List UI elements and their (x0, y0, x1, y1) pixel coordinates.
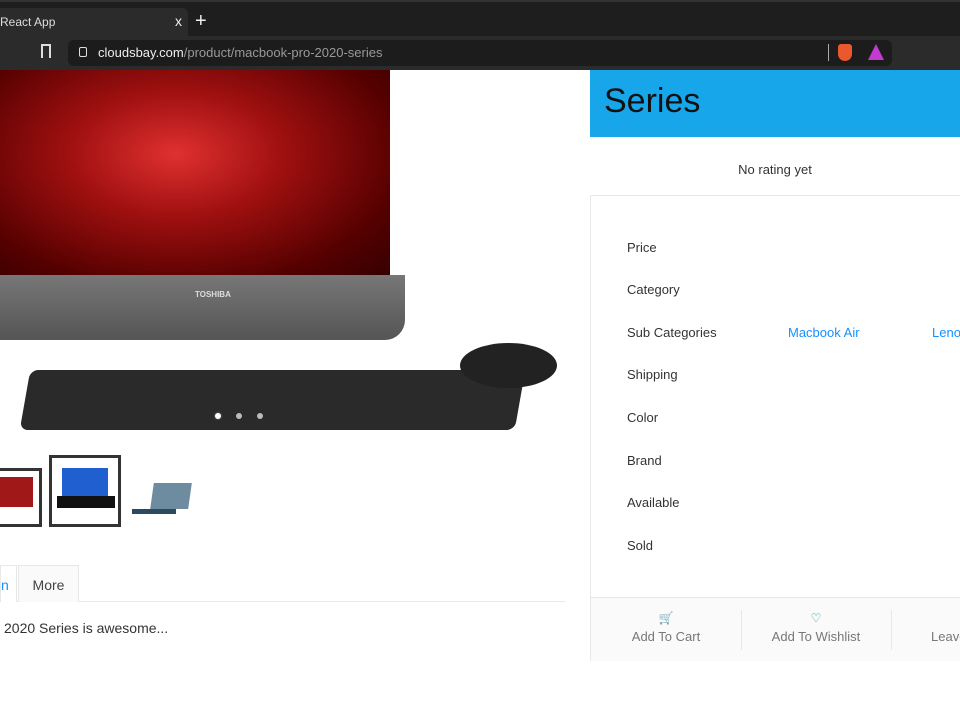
thumb-image (62, 468, 108, 496)
keyboard-image (19, 370, 526, 430)
brave-rewards-icon[interactable] (868, 44, 884, 60)
thumb-image (0, 477, 33, 507)
carousel-dot[interactable] (257, 413, 263, 419)
thumb-image (57, 496, 115, 508)
close-tab-icon[interactable]: x (175, 13, 182, 29)
address-row: cloudsbay.com/product/macbook-pro-2020-s… (0, 36, 960, 70)
rating-text: No rating yet (738, 162, 812, 177)
product-description: 2020 Series is awesome... (4, 620, 169, 636)
star-icon (931, 611, 960, 625)
product-image-carousel[interactable]: TOSHIBA (0, 70, 565, 436)
bookmark-icon[interactable] (41, 44, 51, 58)
subcategories-label: Sub Categories (627, 325, 717, 340)
thumb-image (150, 483, 192, 509)
product-title: Series (590, 70, 960, 137)
new-tab-button[interactable]: + (195, 10, 207, 33)
lock-icon (79, 47, 87, 57)
carousel-dot[interactable] (236, 413, 242, 419)
address-bar[interactable]: cloudsbay.com/product/macbook-pro-2020-s… (68, 40, 892, 66)
url-domain: cloudsbay.com (98, 45, 184, 60)
brand-logo: TOSHIBA (195, 290, 231, 299)
shipping-label: Shipping (627, 367, 678, 382)
tab-title: React App (0, 15, 56, 29)
add-to-cart-label: Add To Cart (631, 629, 701, 644)
thumbnail-3[interactable] (128, 455, 200, 527)
action-bar: 🛒 Add To Cart ♡ Add To Wishlist Leave (591, 597, 960, 661)
add-to-wishlist-label: Add To Wishlist (771, 629, 861, 644)
divider (828, 44, 829, 61)
tab-more[interactable]: More (18, 565, 79, 602)
thumbnail-2[interactable] (49, 455, 121, 527)
category-label: Category (627, 282, 680, 297)
brand-label: Brand (627, 453, 662, 468)
leave-rating-button[interactable]: Leave (891, 598, 960, 662)
monitor-screen (0, 70, 390, 280)
add-to-wishlist-button[interactable]: ♡ Add To Wishlist (741, 598, 891, 662)
product-tabs: n More (0, 565, 565, 602)
subcategory-link[interactable]: Macbook Air (788, 325, 860, 340)
heart-icon: ♡ (810, 611, 822, 625)
tab-description[interactable]: n (0, 565, 17, 602)
browser-tab-bar: React App x + (0, 0, 960, 38)
thumbnail-1[interactable] (0, 468, 42, 527)
mouse-image (460, 343, 557, 388)
price-label: Price (627, 240, 657, 255)
url-path: /product/macbook-pro-2020-series (183, 45, 383, 60)
add-to-cart-button[interactable]: 🛒 Add To Cart (591, 598, 741, 662)
shopping-cart-icon: 🛒 (658, 611, 674, 625)
product-details-card: Price Category Sub Categories Macbook Ai… (590, 195, 960, 661)
brave-shield-icon[interactable] (838, 44, 852, 61)
available-label: Available (627, 495, 680, 510)
color-label: Color (627, 410, 659, 425)
carousel-dot[interactable] (215, 413, 221, 419)
thumb-image (132, 509, 176, 514)
monitor-bezel (0, 275, 405, 340)
leave-rating-label: Leave (931, 629, 960, 644)
sold-label: Sold (627, 538, 654, 553)
subcategory-link[interactable]: Leno (932, 325, 960, 340)
browser-tab[interactable]: React App x (0, 8, 188, 38)
